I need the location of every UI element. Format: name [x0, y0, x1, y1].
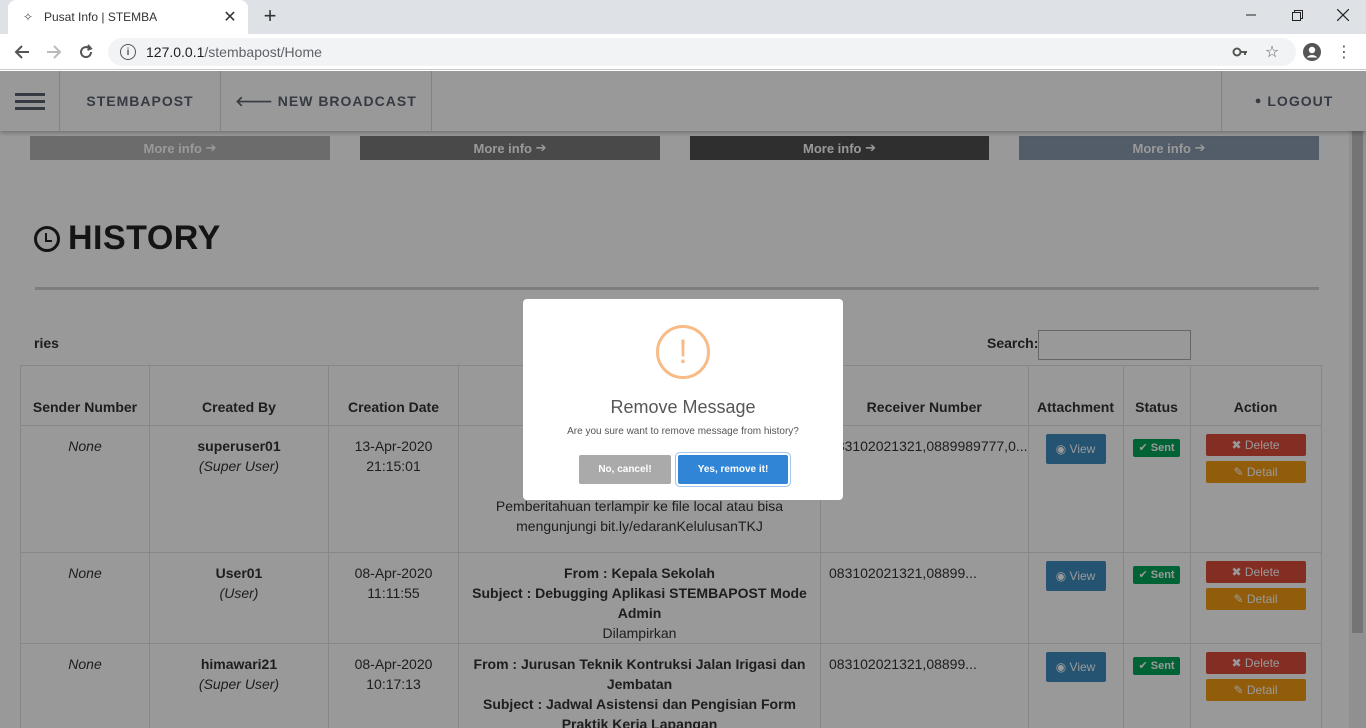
window-close-icon[interactable]: [1320, 0, 1366, 30]
browser-tab[interactable]: ✧ Pusat Info | STEMBA ✕: [8, 0, 248, 34]
url-host: 127.0.0.1: [146, 44, 205, 60]
site-info-icon[interactable]: i: [120, 44, 136, 60]
dialog-text: Are you sure want to remove message from…: [567, 426, 799, 437]
key-icon[interactable]: [1228, 38, 1252, 66]
back-icon[interactable]: [8, 38, 36, 66]
menu-kebab-icon[interactable]: ⋮: [1332, 38, 1356, 66]
url-text: 127.0.0.1/stembapost/Home: [146, 44, 322, 60]
address-bar[interactable]: i 127.0.0.1/stembapost/Home: [108, 38, 1296, 66]
warning-icon: !: [656, 325, 710, 379]
site-favicon-icon: ✧: [22, 10, 34, 24]
account-icon[interactable]: [1300, 38, 1324, 66]
remove-message-dialog: ! Remove Message Are you sure want to re…: [523, 299, 843, 500]
cancel-button[interactable]: No, cancel!: [579, 455, 671, 484]
restore-icon[interactable]: [1274, 0, 1320, 30]
forward-icon[interactable]: [40, 38, 68, 66]
reload-icon[interactable]: [72, 38, 100, 66]
url-path: /stembapost/Home: [204, 44, 322, 60]
bookmark-star-icon[interactable]: ☆: [1260, 38, 1284, 66]
dialog-title: Remove Message: [610, 397, 756, 417]
browser-toolbar: i 127.0.0.1/stembapost/Home ☆ ⋮: [0, 34, 1366, 70]
tab-title: Pusat Info | STEMBA: [44, 10, 158, 24]
page-content: STEMBAPOST 🡐 NEW BROADCAST ● LOGOUT More i…: [0, 71, 1366, 728]
tab-close-icon[interactable]: ✕: [222, 7, 238, 27]
new-tab-icon[interactable]: +: [258, 5, 282, 29]
browser-tab-bar: ✧ Pusat Info | STEMBA ✕ +: [0, 0, 1366, 34]
confirm-remove-button[interactable]: Yes, remove it!: [678, 455, 788, 484]
minimize-icon[interactable]: [1228, 0, 1274, 30]
